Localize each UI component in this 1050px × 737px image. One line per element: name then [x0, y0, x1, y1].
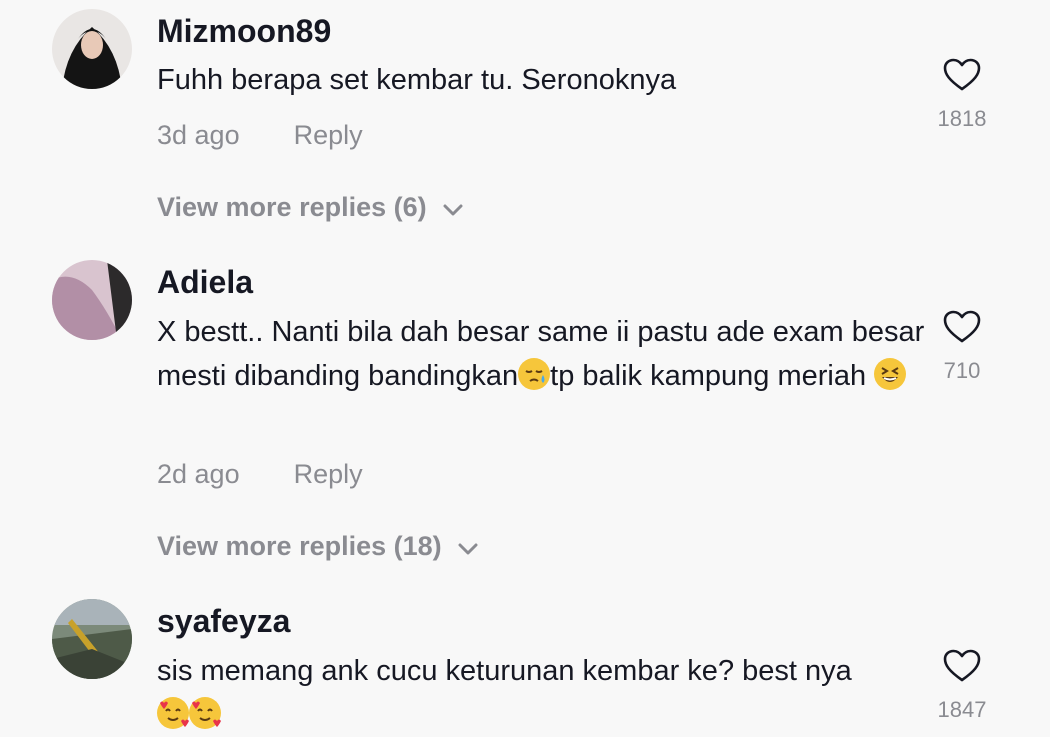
avatar[interactable] — [52, 599, 132, 679]
comment-text-part: tp balik kampung meriah — [550, 360, 875, 392]
comment-meta: 2d ago Reply — [157, 459, 363, 490]
like-button[interactable]: 1818 — [932, 58, 992, 132]
heart-outline-icon — [943, 649, 981, 682]
username[interactable]: Adiela — [157, 264, 253, 301]
smiling-face-with-hearts-emoji — [189, 697, 221, 729]
chevron-down-icon — [458, 531, 478, 562]
comment-text: sis memang ank cucu keturunan kembar ke?… — [157, 649, 927, 737]
view-more-replies-button[interactable]: View more replies (6) — [157, 192, 463, 223]
view-more-replies-label: View more replies (6) — [157, 192, 427, 222]
comment-text: Fuhh berapa set kembar tu. Seronoknya — [157, 64, 677, 96]
comment-meta: 3d ago Reply — [157, 120, 363, 151]
heart-outline-icon — [943, 58, 981, 91]
smiling-face-with-hearts-emoji — [157, 697, 189, 729]
username[interactable]: syafeyza — [157, 603, 290, 640]
comment-text-part: sis memang ank cucu keturunan kembar ke?… — [157, 655, 852, 687]
username[interactable]: Mizmoon89 — [157, 13, 331, 50]
like-count: 1847 — [937, 697, 987, 722]
like-button[interactable]: 1847 — [932, 649, 992, 723]
avatar[interactable] — [52, 9, 132, 89]
grinning-squint-emoji — [874, 358, 907, 390]
reply-button[interactable]: Reply — [294, 120, 363, 150]
comment-text: X bestt.. Nanti bila dah besar same ii p… — [157, 310, 927, 398]
comment-time: 3d ago — [157, 120, 240, 150]
like-count: 1818 — [937, 106, 987, 131]
sleepy-face-emoji — [518, 358, 551, 390]
view-more-replies-label: View more replies (18) — [157, 531, 442, 561]
like-count: 710 — [943, 358, 981, 383]
avatar[interactable] — [52, 260, 132, 340]
heart-outline-icon — [943, 310, 981, 343]
reply-button[interactable]: Reply — [294, 459, 363, 489]
like-button[interactable]: 710 — [932, 310, 992, 384]
chevron-down-icon — [443, 192, 463, 223]
view-more-replies-button[interactable]: View more replies (18) — [157, 531, 478, 562]
comment-time: 2d ago — [157, 459, 240, 489]
